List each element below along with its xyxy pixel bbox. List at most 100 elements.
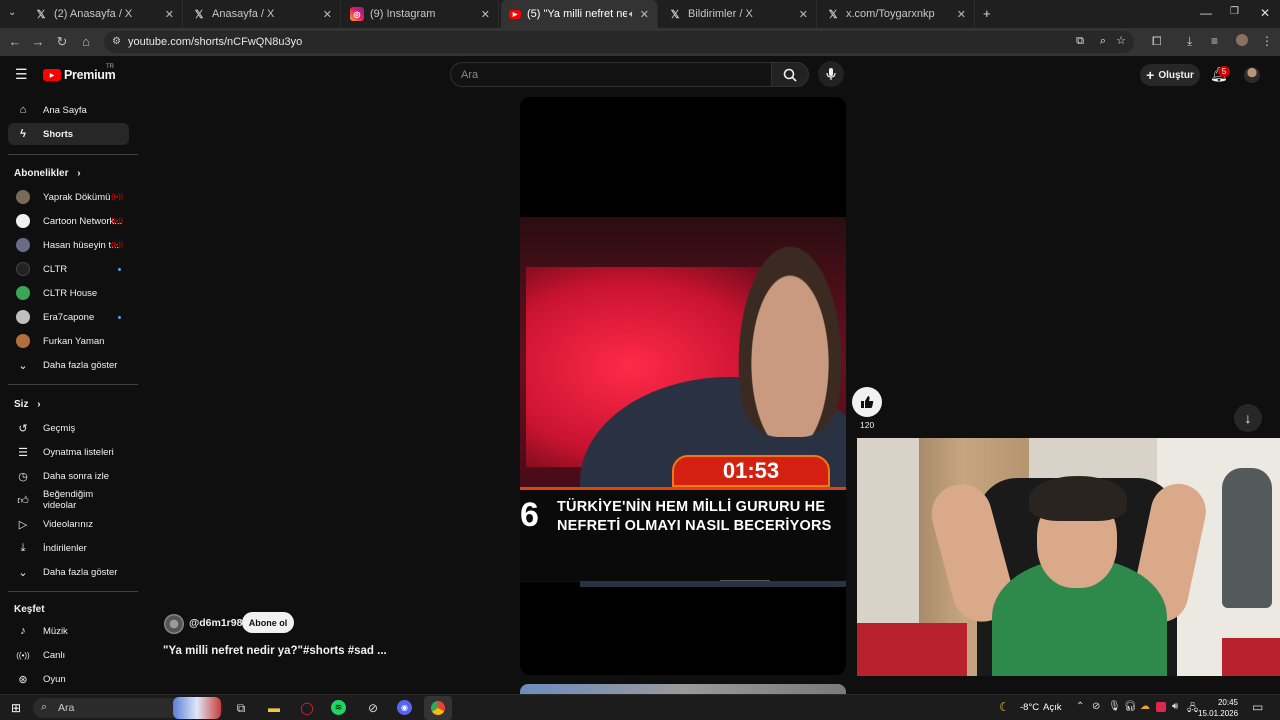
zoom-icon[interactable]: ⌕ xyxy=(1100,35,1106,48)
restore-icon[interactable]: ❐ xyxy=(1230,6,1239,17)
channel-name[interactable]: @d6m1r98 xyxy=(189,617,242,629)
sidebar-item-downloads[interactable]: ⤓ İndirilenler xyxy=(8,537,129,559)
channel-avatar[interactable] xyxy=(164,614,184,634)
task-view-icon[interactable]: ⧉ xyxy=(232,699,250,717)
back-icon[interactable]: ← xyxy=(7,34,23,49)
subscribe-button[interactable]: Abone ol xyxy=(242,612,294,633)
browser-tab[interactable]: ◎ (9) Instagram ✕ xyxy=(342,0,499,28)
sidebar-item-watch-later[interactable]: ◷ Daha sonra izle xyxy=(8,465,129,487)
network-icon[interactable]: 🖧 xyxy=(1187,701,1198,718)
sidebar-item-show-more[interactable]: ⌄ Daha fazla göster xyxy=(8,561,129,583)
cast-icon[interactable]: ⧉ xyxy=(1076,35,1084,48)
home-icon[interactable]: ⌂ xyxy=(78,34,94,49)
close-icon[interactable]: ✕ xyxy=(957,8,966,21)
you-heading[interactable]: Siz › xyxy=(14,399,41,410)
taskbar-search[interactable]: ⌕ Ara xyxy=(33,697,223,719)
create-button[interactable]: + Oluştur xyxy=(1140,64,1200,86)
minimize-icon[interactable]: — xyxy=(1200,6,1212,20)
sidebar-item-home[interactable]: ⌂ Ana Sayfa xyxy=(8,99,129,121)
extensions-icon[interactable]: ⧠ xyxy=(1152,34,1162,49)
sidebar-item-history[interactable]: ↺ Geçmiş xyxy=(8,417,129,439)
sidebar-item-your-videos[interactable]: ▷ Videolarınız xyxy=(8,513,129,535)
sidebar-item-label: CLTR xyxy=(43,263,68,275)
headset-icon[interactable]: 🎧︎ xyxy=(1124,701,1137,712)
browser-tab[interactable]: 𝕏 (2) Anasayfa / X ✕ xyxy=(26,0,183,28)
sidebar-item-label: Müzik xyxy=(43,625,68,637)
app-icon[interactable]: ⊘ xyxy=(364,699,382,717)
browser-tab[interactable]: 𝕏 Anasayfa / X ✕ xyxy=(184,0,341,28)
downloads-icon[interactable]: ⤓ xyxy=(1187,34,1192,49)
sidebar-item-subscription[interactable]: Era7capone xyxy=(8,306,129,328)
search-input[interactable]: Ara xyxy=(450,62,772,87)
taskbar-clock[interactable]: 20:45 15.01.2026 xyxy=(1198,697,1238,719)
x-logo-icon: 𝕏 xyxy=(670,8,680,21)
search-icon xyxy=(783,68,797,82)
close-icon[interactable]: ✕ xyxy=(799,8,808,21)
close-icon[interactable]: ✕ xyxy=(640,8,649,21)
close-icon[interactable]: ✕ xyxy=(165,8,174,21)
video-progress-bar[interactable] xyxy=(720,580,770,581)
sidebar-item-subscription[interactable]: Cartoon Network... ((•)) xyxy=(8,210,129,232)
profile-avatar-icon[interactable] xyxy=(1236,34,1248,46)
tab-list-chevron-icon[interactable]: ⌄ xyxy=(8,7,16,18)
youtube-icon: ▶ xyxy=(509,9,521,19)
browser-tab[interactable]: 𝕏 Bildirimler / X ✕ xyxy=(660,0,817,28)
sidebar-item-subscription[interactable]: CLTR House xyxy=(8,282,129,304)
sidebar-item-subscription[interactable]: CLTR xyxy=(8,258,129,280)
window-close-icon[interactable]: ✕ xyxy=(1260,6,1270,20)
discord-icon[interactable]: ◉ xyxy=(397,700,412,715)
weather-moon-icon[interactable]: ☾ xyxy=(999,700,1010,714)
x-logo-icon: 𝕏 xyxy=(828,8,838,21)
short-title[interactable]: "Ya milli nefret nedir ya?"#shorts #sad … xyxy=(163,645,387,657)
browser-tab-active[interactable]: ▶ (5) "Ya milli nefret nedir ya? 🔈︎ ✕ xyxy=(501,0,658,28)
opera-icon[interactable]: ◯ xyxy=(298,699,316,717)
windows-start-icon[interactable]: ⊞ xyxy=(7,699,25,717)
new-tab-icon[interactable]: + xyxy=(983,6,991,21)
site-info-icon[interactable]: ⚙ xyxy=(112,36,121,47)
bookmark-star-icon[interactable]: ☆ xyxy=(1116,34,1126,47)
sidebar-item-music[interactable]: ♪ Müzik xyxy=(8,620,129,642)
close-icon[interactable]: ✕ xyxy=(323,8,332,21)
sidebar-item-liked-videos[interactable]: 👍︎ Beğendiğim videolar xyxy=(8,489,129,511)
search-button[interactable] xyxy=(771,62,809,87)
file-explorer-icon[interactable]: ▬ xyxy=(265,699,283,717)
logo-region: TR xyxy=(106,64,114,70)
reload-icon[interactable]: ↻ xyxy=(54,34,70,50)
address-bar[interactable]: ⚙ youtube.com/shorts/nCFwQN8u3yo ⧉ ⌕ ☆ xyxy=(104,31,1134,53)
voice-search-button[interactable] xyxy=(818,61,844,87)
like-button[interactable] xyxy=(852,387,882,417)
spotify-icon[interactable]: ≋ xyxy=(331,700,346,715)
menu-dots-icon[interactable]: ⋮ xyxy=(1261,34,1273,48)
cloud-icon[interactable]: ☁ xyxy=(1140,701,1150,712)
app-tray-icon[interactable] xyxy=(1156,702,1166,712)
sidebar-item-subscription[interactable]: Furkan Yaman xyxy=(8,330,129,352)
next-short-button[interactable]: ↓ xyxy=(1234,404,1262,432)
sidebar-item-show-more[interactable]: ⌄ Daha fazla göster xyxy=(8,354,129,376)
chevron-up-icon[interactable]: ⌃ xyxy=(1076,701,1084,712)
notification-center-icon[interactable]: ▭ xyxy=(1252,700,1263,714)
sidebar-item-live[interactable]: ((•)) Canlı xyxy=(8,644,129,666)
banner-line-1: TÜRKİYE'NİN HEM MİLLİ GURURU HE xyxy=(557,499,826,515)
sidebar-item-shorts[interactable]: ϟ Shorts xyxy=(8,123,129,145)
weather-status[interactable]: Açık xyxy=(1043,702,1061,713)
reading-list-icon[interactable]: ≡ xyxy=(1211,34,1218,48)
youtube-logo[interactable]: ▶ Premium TR xyxy=(43,64,116,82)
temperature[interactable]: -8°C xyxy=(1020,702,1039,713)
close-icon[interactable]: ✕ xyxy=(481,8,490,21)
chrome-taskbar-button[interactable] xyxy=(424,696,452,720)
avatar[interactable] xyxy=(1244,67,1260,83)
browser-tab[interactable]: 𝕏 x.com/Toygarxnkp ✕ xyxy=(818,0,975,28)
sidebar-item-subscription[interactable]: Yaprak Dökümü ((•)) xyxy=(8,186,129,208)
sidebar-item-gaming[interactable]: ⊛ Oyun xyxy=(8,668,129,690)
forward-icon[interactable]: → xyxy=(30,34,46,49)
hamburger-menu-icon[interactable]: ☰ xyxy=(15,66,28,83)
sidebar-item-playlists[interactable]: ☰ Oynatma listeleri xyxy=(8,441,129,463)
tray-icon[interactable]: ⊘ xyxy=(1092,701,1100,712)
speaker-icon[interactable]: 🔈︎ xyxy=(629,9,635,20)
microphone-tray-icon[interactable]: 🎙︎ xyxy=(1108,701,1121,712)
sidebar-item-subscription[interactable]: Hasan hüseyin t... ((•)) xyxy=(8,234,129,256)
subscriptions-heading[interactable]: Abonelikler › xyxy=(14,168,81,179)
volume-icon[interactable]: 🔊︎ xyxy=(1172,701,1178,712)
short-video-player[interactable]: 01:53 6 TÜRKİYE'NİN HEM MİLLİ GURURU HE … xyxy=(520,97,846,675)
home-icon: ⌂ xyxy=(19,104,27,116)
